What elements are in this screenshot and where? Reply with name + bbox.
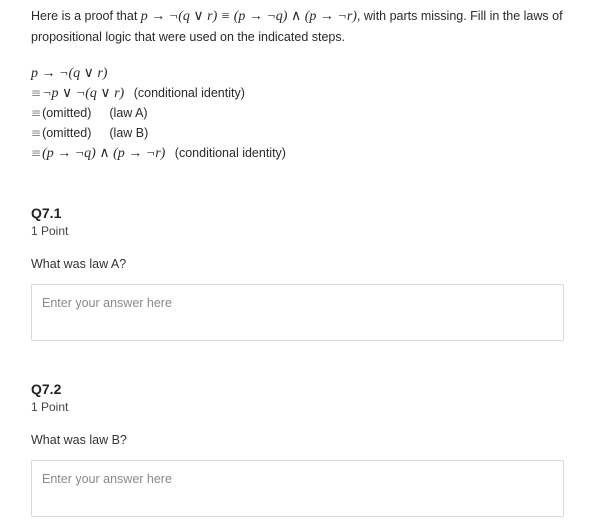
proof-line-3: ≡(omitted) (law A) (31, 103, 286, 123)
equivalence-symbol: ≡ (31, 126, 42, 140)
proof-block: p → ¬(q ∨ r) ≡¬p ∨ ¬(q ∨ r) (conditional… (31, 63, 286, 163)
proof-formula: p → ¬(q ∨ r) (31, 66, 108, 81)
proof-formula: ¬p ∨ ¬(q ∨ r) (42, 86, 125, 101)
proof-line-1: p → ¬(q ∨ r) (31, 63, 286, 83)
intro-formula: p → ¬(q ∨ r) ≡ (p → ¬q) ∧ (p → ¬r) (140, 9, 357, 24)
question-7-2: Q7.2 1 Point What was law B? (31, 380, 566, 522)
proof-line-5: ≡(p → ¬q) ∧ (p → ¬r) (conditional identi… (31, 143, 286, 163)
question-title: Q7.2 (31, 381, 62, 397)
problem-intro: Here is a proof that p → ¬(q ∨ r) ≡ (p →… (31, 6, 571, 47)
answer-input-law-a[interactable] (31, 284, 564, 341)
equivalence-symbol: ≡ (31, 86, 42, 100)
proof-line-2: ≡¬p ∨ ¬(q ∨ r) (conditional identity) (31, 83, 286, 103)
equivalence-symbol: ≡ (31, 106, 42, 120)
equivalence-symbol: ≡ (31, 146, 42, 160)
question-prompt: What was law A? (31, 257, 127, 271)
question-points: 1 Point (31, 400, 69, 414)
question-7-1: Q7.1 1 Point What was law A? (31, 204, 566, 346)
proof-line-4: ≡(omitted) (law B) (31, 123, 286, 143)
question-prompt: What was law B? (31, 433, 127, 447)
proof-law-label: (law A) (109, 106, 148, 120)
intro-prefix: Here is a proof that (31, 9, 141, 23)
proof-omitted: (omitted) (42, 126, 92, 140)
proof-law-label: (conditional identity) (133, 86, 245, 100)
proof-omitted: (omitted) (42, 106, 92, 120)
question-points: 1 Point (31, 224, 69, 238)
proof-law-label: (law B) (109, 126, 149, 140)
question-title: Q7.1 (31, 205, 62, 221)
answer-input-law-b[interactable] (31, 460, 564, 517)
proof-formula: (p → ¬q) ∧ (p → ¬r) (42, 146, 166, 161)
proof-law-label: (conditional identity) (174, 146, 286, 160)
